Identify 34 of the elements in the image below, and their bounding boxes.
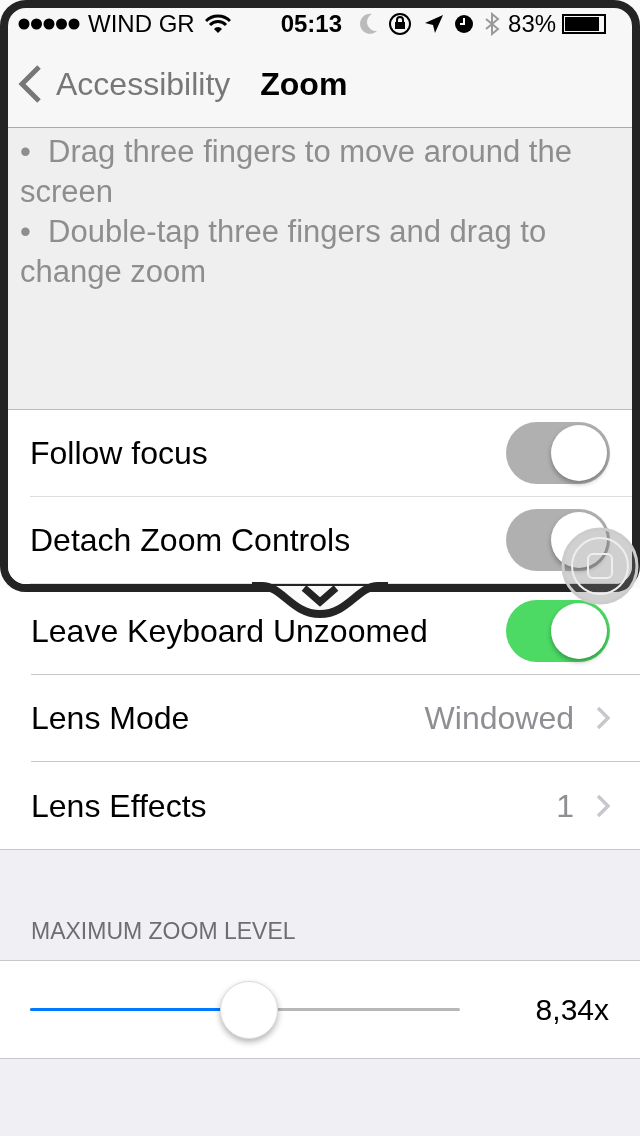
- setting-label: Leave Keyboard Unzoomed: [31, 612, 428, 651]
- toggle-switch[interactable]: [506, 509, 610, 571]
- slider-thumb[interactable]: [220, 980, 279, 1039]
- status-time: 05:13: [280, 12, 343, 36]
- moon-icon: [358, 13, 379, 35]
- page-title: Zoom: [260, 64, 348, 104]
- back-button[interactable]: Accessibility: [18, 59, 231, 108]
- battery-icon: [562, 14, 607, 34]
- zoom-level-value: 8,34x: [535, 992, 609, 1028]
- setting-label: Detach Zoom Controls: [30, 521, 351, 560]
- setting-value: Windowed: [424, 699, 574, 738]
- zoom-controller-icon[interactable]: [561, 527, 639, 605]
- lens-handle[interactable]: [252, 582, 388, 618]
- battery-percent: 83%: [508, 12, 557, 36]
- back-chevron-icon: [18, 63, 42, 104]
- toggle-switch[interactable]: [506, 422, 610, 484]
- zoom-slider[interactable]: [30, 979, 460, 1040]
- location-icon: [424, 14, 445, 34]
- setting-label: Follow focus: [30, 434, 208, 473]
- chevron-icon: [596, 793, 610, 818]
- instruction-text: • Drag three fingers to move around the screen: [20, 133, 573, 211]
- instruction-text: • Double-tap three fingers and drag to change zoom: [20, 213, 548, 291]
- wifi-icon: [204, 14, 231, 34]
- carrier-name: WIND GR: [88, 12, 195, 36]
- alarm-icon: [454, 14, 475, 34]
- toggle-switch[interactable]: [506, 600, 610, 662]
- signal-icon: [18, 18, 80, 30]
- chevron-icon: [596, 706, 610, 730]
- bluetooth-icon: [484, 12, 501, 36]
- setting-value: 1: [556, 786, 574, 826]
- section-header: MAXIMUM ZOOM LEVEL: [31, 916, 296, 946]
- setting-label: Lens Effects: [31, 786, 207, 826]
- rotation-lock-icon: [388, 12, 413, 36]
- setting-label: Lens Mode: [31, 699, 190, 738]
